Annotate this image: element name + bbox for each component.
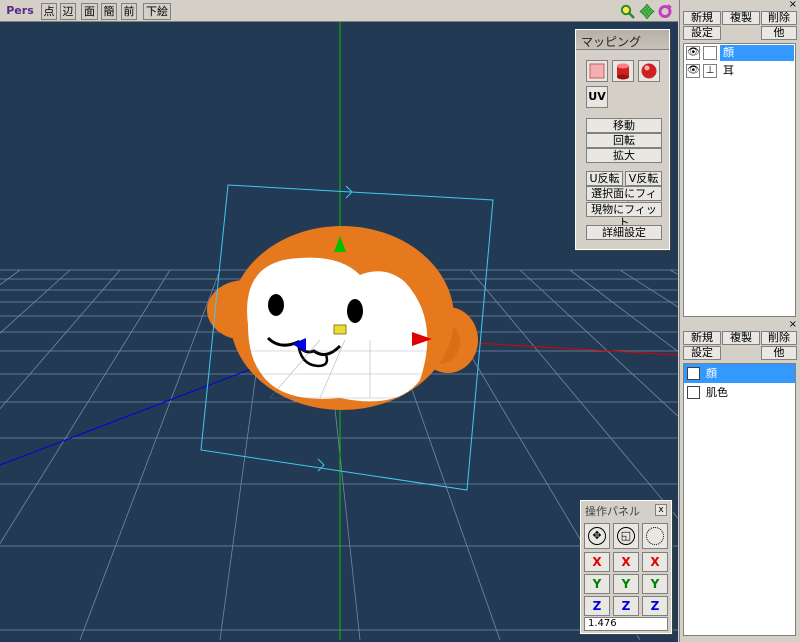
material-list: 顔 肌色 [683, 363, 796, 636]
detail-settings-button[interactable]: 詳細設定 [586, 225, 662, 240]
delete-object-button[interactable]: 削除 [761, 11, 797, 25]
edge-mode-button[interactable]: 辺 [60, 3, 76, 20]
material-color-swatch[interactable] [687, 367, 700, 380]
object-name: 耳 [723, 64, 734, 77]
underlay-button[interactable]: 下絵 [143, 3, 171, 20]
scale-box-icon: ◱ [617, 527, 635, 545]
scale-z-button[interactable]: Z [613, 596, 639, 616]
rotate-z-button[interactable]: Z [642, 596, 668, 616]
plane-icon [589, 63, 605, 79]
cylinder-icon [617, 63, 629, 80]
delete-material-button[interactable]: 削除 [761, 331, 797, 345]
object-row-ear[interactable]: 👁 ⊥ 耳 [684, 62, 795, 80]
close-icon[interactable]: × [789, 320, 797, 330]
viewport-toolbar: Pers 点 辺 面 簡 前 下絵 [0, 0, 678, 22]
material-row-face[interactable]: 顔 [684, 364, 795, 383]
material-row-skin[interactable]: 肌色 [684, 383, 795, 402]
fit-current-button[interactable]: 現物にフィット [586, 202, 662, 229]
material-color-swatch[interactable] [687, 386, 700, 399]
material-settings-button[interactable]: 設定 [683, 346, 721, 360]
lock-icon[interactable] [703, 46, 717, 60]
u-flip-button[interactable]: U反転 [586, 171, 623, 186]
magnify-icon[interactable] [620, 4, 636, 19]
object-list: 👁 顔 👁 ⊥ 耳 [683, 43, 796, 317]
scale-y-button[interactable]: Y [613, 574, 639, 594]
material-panel: × 新規 複製 削除 設定 他 顔 肌色 [679, 320, 800, 642]
rotate-mapping-button[interactable]: 回転 [586, 133, 662, 148]
material-other-button[interactable]: 他 [761, 346, 797, 360]
copy-object-button[interactable]: 複製 [722, 11, 760, 25]
close-icon[interactable]: × [789, 0, 797, 10]
uv-mapping-button[interactable]: UV [586, 86, 608, 108]
eye-icon[interactable]: 👁 [686, 46, 700, 60]
object-settings-button[interactable]: 設定 [683, 26, 721, 40]
scale-mode-button[interactable]: ◱ [613, 523, 639, 549]
scale-x-button[interactable]: X [613, 552, 639, 572]
move-z-button[interactable]: Z [584, 596, 610, 616]
mapping-panel-title: マッピング [576, 30, 669, 50]
move-view-icon[interactable] [639, 4, 655, 19]
move-y-button[interactable]: Y [584, 574, 610, 594]
front-view-button[interactable]: 前 [121, 3, 137, 20]
sphere-mapping-button[interactable] [638, 60, 660, 82]
new-object-button[interactable]: 新規 [683, 11, 721, 25]
sphere-icon [641, 63, 657, 79]
cylinder-mapping-button[interactable] [612, 60, 634, 82]
copy-material-button[interactable]: 複製 [722, 331, 760, 345]
move-arrows-icon: ✥ [588, 527, 606, 545]
object-row-face[interactable]: 👁 顔 [684, 44, 795, 62]
view-mode-button[interactable]: Pers [2, 3, 38, 20]
gizmo-center [333, 324, 347, 335]
value-field[interactable]: 1.476 [584, 617, 668, 631]
move-mode-button[interactable]: ✥ [584, 523, 610, 549]
mapping-panel: マッピング UV 移動 回転 拡大 U反転 V反転 選択面にフィット 現物にフィ… [575, 29, 670, 250]
monkey-model [207, 226, 478, 410]
object-other-button[interactable]: 他 [761, 26, 797, 40]
rotate-mode-button[interactable] [642, 523, 668, 549]
face-mode-button[interactable]: 面 [81, 3, 98, 20]
close-icon[interactable]: x [655, 504, 667, 516]
lock-icon[interactable]: ⊥ [703, 64, 717, 78]
move-x-button[interactable]: X [584, 552, 610, 572]
3d-viewport[interactable]: マッピング UV 移動 回転 拡大 U反転 V反転 選択面にフィット 現物にフィ… [0, 22, 678, 642]
vertex-mode-button[interactable]: 点 [41, 3, 57, 20]
plane-mapping-button[interactable] [586, 60, 608, 82]
rotate-circle-icon [646, 527, 664, 545]
move-mapping-button[interactable]: 移動 [586, 118, 662, 133]
rotate-view-icon[interactable] [657, 4, 673, 19]
rotate-x-button[interactable]: X [642, 552, 668, 572]
material-name: 顔 [706, 367, 717, 380]
eye-icon[interactable]: 👁 [686, 64, 700, 78]
object-name: 顔 [720, 45, 794, 61]
v-flip-button[interactable]: V反転 [625, 171, 662, 186]
object-panel: × 新規 複製 削除 設定 他 👁 顔 👁 ⊥ 耳 [679, 0, 800, 320]
material-name: 肌色 [706, 386, 728, 399]
new-material-button[interactable]: 新規 [683, 331, 721, 345]
control-panel: 操作パネル x ✥ ◱ X X X Y Y Y Z Z Z 1.476 [580, 500, 672, 634]
rotate-y-button[interactable]: Y [642, 574, 668, 594]
scale-mapping-button[interactable]: 拡大 [586, 148, 662, 163]
fit-selected-face-button[interactable]: 選択面にフィット [586, 186, 662, 213]
simple-view-button[interactable]: 簡 [101, 3, 117, 20]
